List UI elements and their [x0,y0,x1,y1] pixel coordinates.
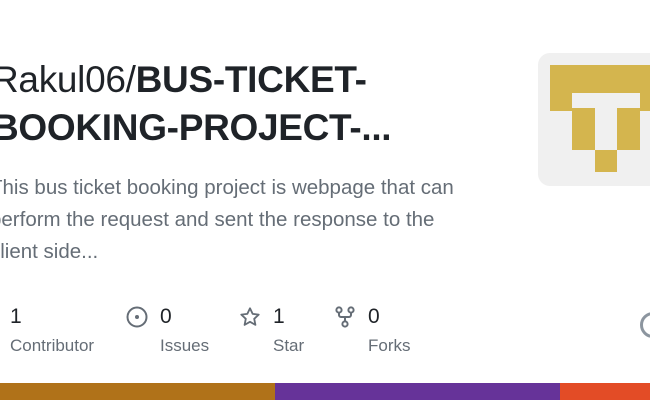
contributors-stat[interactable]: 1 Contributor [10,300,94,356]
identicon-block [595,150,617,172]
description-line: This bus ticket booking project is webpa… [0,176,454,199]
issues-count: 0 [160,305,172,328]
forks-label: Forks [368,336,411,355]
language-segment [0,383,275,400]
issues-stat[interactable]: 0 Issues [126,300,209,356]
identicon-block [640,93,650,111]
owner-avatar[interactable] [538,53,650,186]
contributors-label: Contributor [10,336,95,355]
language-bar [0,383,650,400]
repo-forked-icon [334,306,356,328]
repo-stats: 1 Contributor 0 Issues 1 Star 0 Forks [0,300,650,360]
language-segment [559,383,650,400]
identicon [550,65,650,172]
stars-count: 1 [273,305,285,328]
identicon-block [572,108,595,150]
repo-social-card: Rakul06/BUS-TICKET- BOOKING-PROJECT-... … [0,0,650,400]
repo-owner[interactable]: Rakul06/ [0,59,136,100]
forks-stat[interactable]: 0 Forks [334,300,411,356]
identicon-block [550,93,572,111]
issues-label: Issues [160,336,210,355]
repo-name-line2[interactable]: BOOKING-PROJECT-... [0,107,392,148]
language-segment [274,383,560,400]
description-line: perform the request and sent the respons… [0,208,435,231]
description-line: client side... [0,240,99,263]
stars-label: Star [273,336,305,355]
repo-title[interactable]: Rakul06/BUS-TICKET- BOOKING-PROJECT-... [0,56,492,152]
contributors-count: 1 [10,305,22,328]
stars-stat[interactable]: 1 Star [239,300,304,356]
issue-opened-icon [126,306,148,328]
star-icon [239,306,261,328]
identicon-block [617,108,640,150]
repo-name-line1[interactable]: BUS-TICKET- [136,59,367,100]
repo-description: This bus ticket booking project is webpa… [0,172,500,268]
identicon-block [550,65,650,93]
forks-count: 0 [368,305,380,328]
